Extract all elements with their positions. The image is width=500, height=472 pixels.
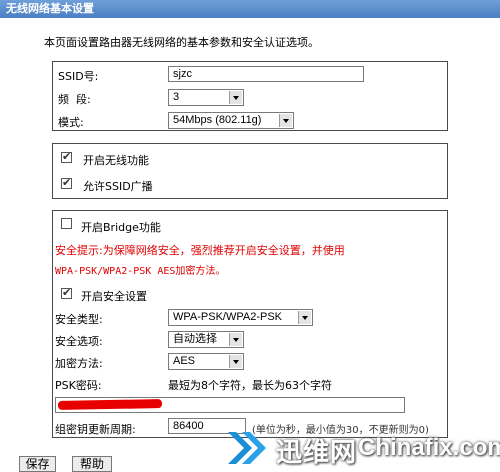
ssid-broadcast-label: 允许SSID广播 — [83, 180, 153, 193]
cipher-select[interactable]: AES — [168, 353, 244, 370]
chevron-down-icon — [229, 91, 242, 104]
mode-label: 模式: — [58, 116, 84, 129]
security-type-label: 安全类型: — [55, 313, 103, 326]
chevron-down-icon — [298, 311, 311, 324]
channel-select-value: 3 — [173, 91, 180, 103]
enable-security-checkbox[interactable] — [61, 286, 72, 299]
channel-label: 频 段: — [58, 93, 91, 106]
chevron-down-icon — [229, 333, 242, 346]
channel-select[interactable]: 3 — [168, 89, 244, 106]
mode-select-value: 54Mbps (802.11g) — [173, 114, 262, 126]
watermark: 迅维网 Chinafix.com — [224, 428, 500, 471]
security-type-value: WPA-PSK/WPA2-PSK — [173, 311, 283, 323]
page-title: 无线网络基本设置 — [0, 0, 500, 18]
security-type-select[interactable]: WPA-PSK/WPA2-PSK — [168, 309, 313, 326]
enable-security-label: 开启安全设置 — [81, 290, 147, 303]
chevron-down-icon — [279, 114, 292, 127]
enable-wireless-label: 开启无线功能 — [83, 154, 149, 167]
ssid-broadcast-checkbox[interactable] — [61, 176, 72, 189]
security-tip-line2: WPA-PSK/WPA2-PSK AES加密方法。 — [55, 266, 226, 277]
psk-label: PSK密码: — [55, 379, 102, 392]
cipher-label: 加密方法: — [55, 357, 103, 370]
enable-wireless-checkbox[interactable] — [61, 150, 72, 163]
security-option-label: 安全选项: — [55, 335, 103, 348]
security-tip-line1: 安全提示:为保障网络安全，强烈推荐开启安全设置，并使用 — [55, 244, 345, 257]
bridge-label: 开启Bridge功能 — [81, 221, 161, 234]
ssid-label: SSID号: — [58, 70, 99, 83]
cipher-value: AES — [173, 355, 196, 367]
bridge-checkbox[interactable] — [61, 218, 72, 229]
chinafix-logo-icon — [228, 432, 266, 464]
ssid-input[interactable]: sjzc — [168, 66, 364, 82]
mode-select[interactable]: 54Mbps (802.11g) — [168, 112, 294, 129]
security-option-select[interactable]: 自动选择 — [168, 331, 244, 348]
psk-hint: 最短为8个字符，最长为63个字符 — [168, 379, 332, 392]
watermark-cn: 迅维网 — [276, 438, 358, 468]
group-key-renew-label: 组密钥更新周期: — [55, 423, 136, 436]
save-button[interactable]: 保存 — [19, 456, 56, 472]
watermark-en: Chinafix.com — [358, 434, 500, 461]
redacted-password-mark — [57, 399, 163, 410]
security-option-value: 自动选择 — [173, 333, 217, 345]
intro-text: 本页面设置路由器无线网络的基本参数和安全认证选项。 — [44, 36, 319, 49]
chevron-down-icon — [229, 355, 242, 368]
help-button[interactable]: 帮助 — [72, 456, 112, 472]
